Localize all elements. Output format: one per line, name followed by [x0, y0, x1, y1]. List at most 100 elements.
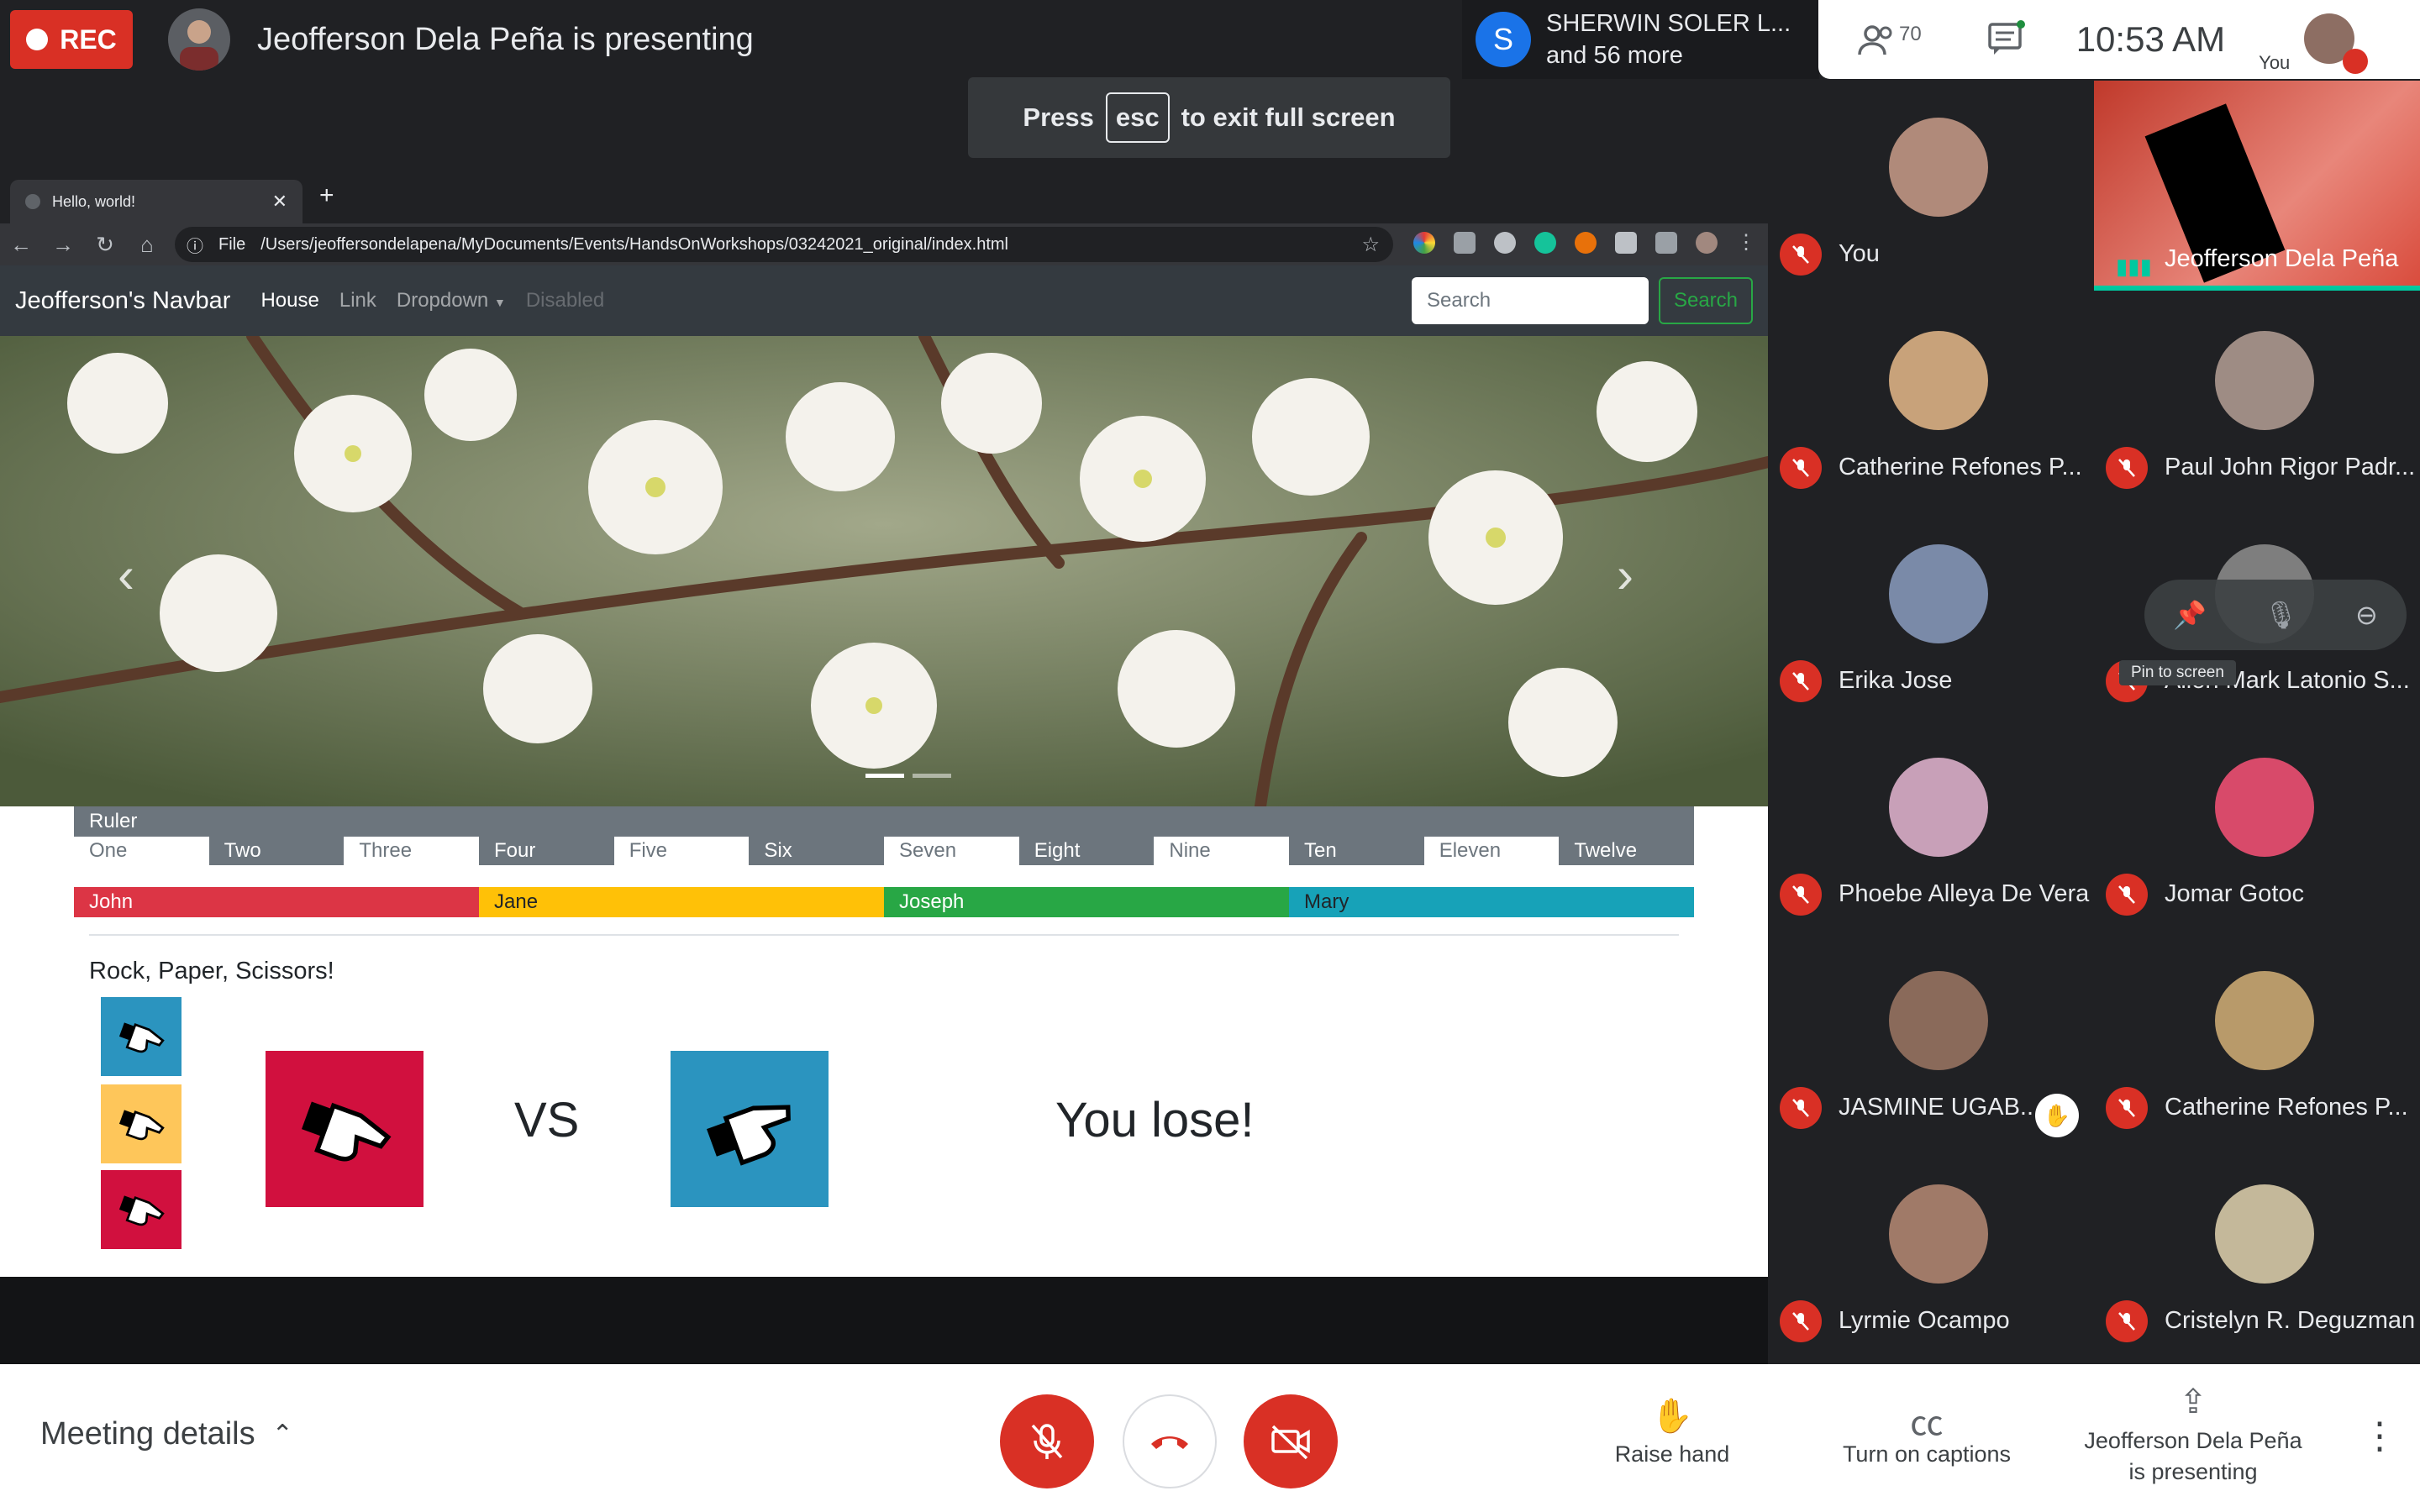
- globe-icon: [25, 194, 40, 209]
- raise-hand-button[interactable]: ✋ Raise hand: [1613, 1396, 1731, 1467]
- paper-choice-button[interactable]: [101, 1084, 182, 1163]
- participant-tile[interactable]: Paul John Rigor Padr...: [2094, 294, 2418, 496]
- extension-icons: ⋮: [1413, 232, 1756, 254]
- divider: [89, 934, 1679, 936]
- participant-avatar: [1889, 331, 1988, 430]
- profile-avatar-icon[interactable]: [1696, 232, 1718, 254]
- game-result: You lose!: [1055, 1093, 1255, 1147]
- forward-icon[interactable]: →: [42, 232, 84, 258]
- hang-up-icon: [1151, 1436, 1188, 1449]
- extensions-puzzle-icon[interactable]: [1615, 232, 1637, 254]
- translate-extension-icon[interactable]: [1494, 232, 1516, 254]
- nav-link-link[interactable]: Link: [339, 289, 376, 312]
- back-icon[interactable]: ←: [0, 232, 42, 258]
- fire-extension-icon[interactable]: [1575, 232, 1597, 254]
- camera-extension-icon[interactable]: [1454, 232, 1476, 254]
- present-screen-icon: ⇪: [2179, 1383, 2207, 1420]
- rec-label: REC: [60, 24, 117, 55]
- pin-icon[interactable]: 📌: [2173, 599, 2207, 631]
- mic-off-icon: [1780, 874, 1822, 916]
- nav-link-house[interactable]: House: [260, 289, 318, 312]
- participant-summary-more: and 56 more: [1546, 42, 1683, 69]
- participant-name: Catherine Refones P...: [1839, 454, 2082, 480]
- address-bar[interactable]: ⓘ File /Users/jeoffersondelapena/MyDocum…: [175, 227, 1393, 262]
- grammarly-icon[interactable]: [1534, 232, 1556, 254]
- participant-name: Jeofferson Dela Peña: [2165, 245, 2399, 272]
- participant-name: Lyrmie Ocampo: [1839, 1307, 2010, 1334]
- carousel-indicator[interactable]: [865, 774, 904, 778]
- caret-down-icon: ▼: [493, 296, 506, 309]
- hand-icon: ✋: [1651, 1398, 1693, 1435]
- nav-dropdown-label: Dropdown: [396, 289, 489, 312]
- carousel-prev-icon[interactable]: ‹: [118, 546, 134, 604]
- participant-avatar: [2215, 971, 2314, 1070]
- participant-tile[interactable]: Lyrmie Ocampo: [1768, 1147, 2092, 1349]
- self-view-mini[interactable]: You: [2259, 0, 2369, 79]
- participant-tile[interactable]: Erika Jose: [1768, 507, 2092, 709]
- more-options-icon[interactable]: ⋮: [2361, 1415, 2398, 1457]
- vs-label: VS: [514, 1093, 580, 1147]
- rock-choice-button[interactable]: [101, 997, 182, 1076]
- reading-list-icon[interactable]: [1655, 232, 1677, 254]
- mute-participant-icon[interactable]: 🎙: [2264, 599, 2298, 631]
- name-cell: Jane: [479, 887, 884, 917]
- home-icon[interactable]: ⌂: [126, 232, 168, 258]
- participant-tile[interactable]: Catherine Refones P...: [1768, 294, 2092, 496]
- participant-tile[interactable]: Phoebe Alleya De Vera: [1768, 721, 2092, 922]
- people-button[interactable]: 70: [1857, 23, 1922, 56]
- browser-tab[interactable]: Hello, world! ✕: [10, 180, 302, 223]
- remove-icon[interactable]: ⊖: [2355, 599, 2378, 631]
- scissors-choice-button[interactable]: [101, 1170, 182, 1249]
- ruler-cell: Three: [344, 837, 480, 865]
- toggle-mic-button[interactable]: [1000, 1394, 1094, 1488]
- shared-screen: Hello, world! ✕ + ← → ↻ ⌂ ⓘ File /Users/…: [0, 168, 1768, 1277]
- leave-call-button[interactable]: [1123, 1394, 1217, 1488]
- clock: 10:53 AM: [2075, 19, 2226, 59]
- player-choice: [266, 1051, 424, 1207]
- name-cell: Mary: [1289, 887, 1694, 917]
- color-picker-extension-icon[interactable]: [1413, 232, 1435, 254]
- participant-tile[interactable]: You: [1768, 81, 2092, 282]
- site-search-input[interactable]: Search: [1412, 277, 1649, 324]
- participant-avatar: [1889, 118, 1988, 217]
- chat-button[interactable]: [1987, 19, 2026, 60]
- participant-tile[interactable]: Catherine Refones P...: [2094, 934, 2418, 1136]
- mic-off-icon: [2106, 1300, 2148, 1342]
- active-speaker-tile[interactable]: ▮▮▮ Jeofferson Dela Peña: [2094, 81, 2420, 291]
- participant-summary[interactable]: S SHERWIN SOLER L... and 56 more: [1462, 0, 1819, 79]
- meeting-details-button[interactable]: Meeting details ⌃: [40, 1416, 293, 1452]
- top-right-panel: 70 10:53 AM You: [1818, 0, 2420, 79]
- recording-badge: REC: [10, 10, 133, 69]
- ruler-cell: Two: [224, 839, 261, 862]
- site-navbar: Jeofferson's Navbar House Link Dropdown …: [0, 265, 1768, 336]
- url-scheme: File: [218, 234, 246, 254]
- nav-dropdown[interactable]: Dropdown ▼: [397, 289, 506, 312]
- mic-off-icon: [1780, 234, 1822, 276]
- url-text: /Users/jeoffersondelapena/MyDocuments/Ev…: [260, 234, 1008, 254]
- meeting-controls-bar: Meeting details ⌃ ✋ Raise hand ㏄ Turn on…: [0, 1364, 2420, 1512]
- close-tab-icon[interactable]: ✕: [272, 191, 287, 213]
- participant-name: Cristelyn R. Deguzman: [2165, 1307, 2416, 1334]
- toggle-camera-button[interactable]: [1244, 1394, 1338, 1488]
- navbar-brand[interactable]: Jeofferson's Navbar: [15, 287, 230, 315]
- participant-avatar: [2215, 331, 2314, 430]
- ruler-cell: Nine: [1154, 837, 1290, 865]
- presenting-button[interactable]: ⇪ Jeofferson Dela Peña is presenting: [2075, 1383, 2311, 1485]
- presenting-status: Jeofferson Dela Peña is presenting: [257, 22, 754, 57]
- carousel-next-icon[interactable]: ›: [1617, 546, 1634, 604]
- new-tab-icon[interactable]: +: [319, 181, 334, 210]
- captions-button[interactable]: ㏄ Turn on captions: [1837, 1396, 2017, 1467]
- site-search-button[interactable]: Search: [1659, 277, 1753, 324]
- browser-menu-icon[interactable]: ⋮: [1736, 232, 1756, 254]
- bookmark-star-icon[interactable]: ☆: [1361, 233, 1380, 257]
- mic-off-icon: [1031, 1424, 1063, 1459]
- ruler-cell: Six: [764, 839, 792, 862]
- reload-icon[interactable]: ↻: [84, 232, 126, 258]
- mic-off-icon: [1780, 660, 1822, 702]
- record-dot-icon: [26, 29, 49, 50]
- carousel-indicator[interactable]: [913, 774, 951, 778]
- name-cell: Joseph: [884, 887, 1289, 917]
- participant-tile[interactable]: Cristelyn R. Deguzman: [2094, 1147, 2418, 1349]
- ruler-cell: Five: [613, 837, 750, 865]
- participant-tile[interactable]: Jomar Gotoc: [2094, 721, 2418, 922]
